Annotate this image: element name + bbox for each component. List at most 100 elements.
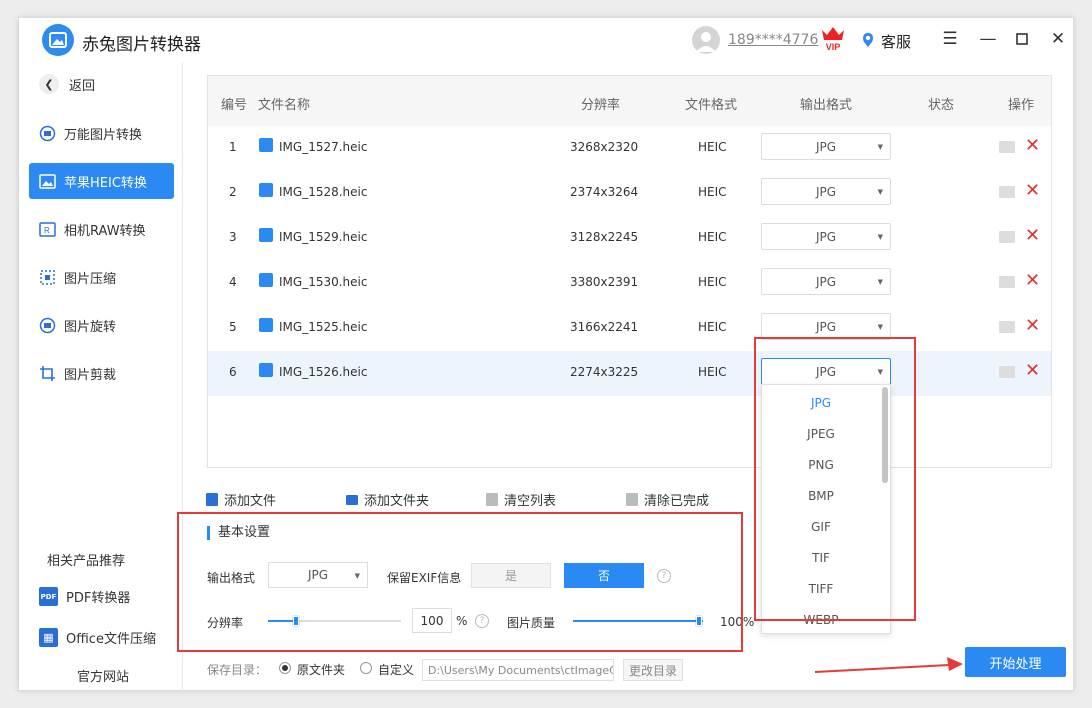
row-no: 4 [229,275,237,289]
folder-icon[interactable] [999,186,1015,198]
sidebar-item-label: 图片剪裁 [64,367,117,383]
recommend-office-link[interactable]: ▦ Office文件压缩 [39,628,156,647]
select-value: JPG [815,139,837,154]
header-name: 文件名称 [258,98,311,113]
close-icon[interactable]: ✕ [1047,28,1069,50]
save-dir-label: 保存目录： [207,663,268,677]
sidebar-item-compress[interactable]: 图片压缩 [29,259,174,295]
row-format: HEIC [698,320,727,334]
table-row[interactable]: 2 IMG_1528.heic 2374x3264 HEIC JPG ▼ ✕ [208,171,1051,216]
sidebar-item-label: 相机RAW转换 [64,223,146,239]
output-format-select[interactable]: JPG ▼ [761,313,891,340]
folder-icon[interactable] [999,276,1015,288]
row-name: IMG_1529.heic [279,230,368,244]
sidebar-item-raw[interactable]: R 相机RAW转换 [29,211,174,247]
output-format-select[interactable]: JPG ▼ [761,178,891,205]
select-value: JPG [815,319,837,334]
row-no: 1 [229,140,237,154]
header-actions: 操作 [1008,98,1035,113]
delete-icon[interactable]: ✕ [1025,360,1040,382]
svg-text:VIP: VIP [826,42,841,52]
add-file-button[interactable]: 添加文件 [206,490,276,509]
crop-icon [39,365,56,382]
recommend-pdf-link[interactable]: PDF PDF转换器 [39,587,130,606]
official-site-link[interactable]: 官方网站 [77,666,129,685]
table-header: 编号 文件名称 分辨率 文件格式 输出格式 状态 操作 [208,76,1051,126]
header-output: 输出格式 [800,98,853,113]
header-resolution: 分辨率 [581,98,621,113]
change-dir-button[interactable]: 更改目录 [623,659,683,681]
radio-original-folder[interactable] [279,662,291,674]
support-link[interactable]: 客服 [881,31,911,52]
custom-folder-label: 自定义 [378,663,415,677]
add-file-icon [206,493,218,506]
clear-list-button[interactable]: 清空列表 [486,490,556,509]
app-title: 赤兔图片转换器 [82,35,201,55]
vip-crown-icon[interactable]: VIP [819,24,847,52]
app-logo-icon [42,24,74,56]
sidebar-item-heic[interactable]: 苹果HEIC转换 [29,163,174,199]
row-no: 6 [229,365,237,379]
minimize-icon[interactable]: — [977,28,999,50]
image-file-icon [259,138,273,152]
image-file-icon [259,318,273,332]
office-icon: ▦ [39,628,58,647]
user-account-link[interactable]: 189****4776 [728,32,818,48]
save-path-input[interactable]: D:\Users\My Documents\ctImageC [422,659,614,681]
sidebar-item-label: 万能图片转换 [64,127,143,143]
caret-down-icon: ▼ [877,143,883,151]
sidebar-item-label: 图片旋转 [64,319,117,335]
image-file-icon [259,273,273,287]
add-folder-button[interactable]: 添加文件夹 [346,490,429,509]
output-format-select[interactable]: JPG ▼ [761,133,891,160]
row-resolution: 3268x2320 [570,140,639,154]
caret-down-icon: ▼ [877,188,883,196]
row-resolution: 2274x3225 [570,365,639,379]
broom-icon [626,493,638,506]
row-no: 3 [229,230,237,244]
sidebar: ❮ 返回 万能图片转换 苹果HEIC转换 R 相机RAW转换 图片压缩 图片旋转… [19,62,183,692]
avatar[interactable] [692,26,720,54]
table-row[interactable]: 5 IMG_1525.heic 3166x2241 HEIC JPG ▼ ✕ [208,306,1051,351]
back-button[interactable]: ❮ 返回 [39,74,95,94]
folder-icon[interactable] [999,141,1015,153]
menu-icon[interactable]: ☰ [939,28,961,50]
delete-icon[interactable]: ✕ [1025,180,1040,202]
row-name: IMG_1528.heic [279,185,368,199]
add-file-label: 添加文件 [224,494,277,509]
delete-icon[interactable]: ✕ [1025,135,1040,157]
folder-icon[interactable] [999,231,1015,243]
header-status: 状态 [928,98,955,113]
delete-icon[interactable]: ✕ [1025,315,1040,337]
support-icon[interactable] [861,32,875,48]
output-format-select[interactable]: JPG ▼ [761,223,891,250]
table-row-selected[interactable]: 6 IMG_1526.heic 2274x3225 HEIC JPG ▼ ✕ [208,351,1051,396]
svg-text:R: R [44,226,50,235]
output-format-select[interactable]: JPG ▼ [761,268,891,295]
start-button[interactable]: 开始处理 [965,647,1066,677]
image-file-icon [259,183,273,197]
delete-icon[interactable]: ✕ [1025,225,1040,247]
row-name: IMG_1530.heic [279,275,368,289]
sidebar-item-universal[interactable]: 万能图片转换 [29,115,174,151]
radio-custom-folder[interactable] [360,662,372,674]
folder-icon[interactable] [999,321,1015,333]
sidebar-item-label: 苹果HEIC转换 [64,175,147,191]
table-row[interactable]: 3 IMG_1529.heic 3128x2245 HEIC JPG ▼ ✕ [208,216,1051,261]
app-window: 赤兔图片转换器 189****4776 VIP 客服 ☰ — ✕ ❮ 返回 万能… [18,17,1074,692]
add-folder-icon [346,494,358,505]
chevron-left-icon: ❮ [39,74,59,94]
row-name: IMG_1527.heic [279,140,368,154]
sidebar-item-rotate[interactable]: 图片旋转 [29,307,174,343]
row-format: HEIC [698,365,727,379]
select-value: JPG [815,184,837,199]
table-row[interactable]: 4 IMG_1530.heic 3380x2391 HEIC JPG ▼ ✕ [208,261,1051,306]
maximize-icon[interactable] [1011,28,1033,50]
table-row[interactable]: 1 IMG_1527.heic 3268x2320 HEIC JPG ▼ ✕ [208,126,1051,171]
row-format: HEIC [698,185,727,199]
sidebar-item-crop[interactable]: 图片剪裁 [29,355,174,391]
folder-icon[interactable] [999,366,1015,378]
raw-icon: R [39,221,56,238]
delete-icon[interactable]: ✕ [1025,270,1040,292]
clear-done-button[interactable]: 清除已完成 [626,490,709,509]
